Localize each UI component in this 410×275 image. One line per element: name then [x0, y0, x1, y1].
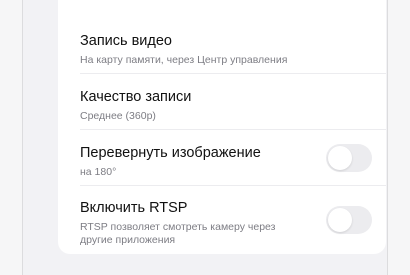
setting-title: Перевернуть изображение: [80, 145, 261, 161]
setting-subtitle: на 180°: [80, 166, 117, 178]
setting-subtitle: На карту памяти, через Центр управления: [80, 54, 288, 66]
settings-card: Запись видео На карту памяти, через Цент…: [58, 0, 386, 254]
flip-image-toggle[interactable]: [326, 144, 372, 172]
setting-enable-rtsp: Включить RTSP RTSP позволяет смотреть ка…: [80, 186, 386, 254]
toggle-knob: [328, 208, 352, 232]
toggle-knob: [328, 146, 352, 170]
setting-subtitle: Среднее (360p): [80, 110, 156, 122]
setting-subtitle-line1: RTSP позволяет смотреть камеру через: [80, 221, 276, 233]
setting-title: Качество записи: [80, 89, 192, 105]
rtsp-toggle[interactable]: [326, 206, 372, 234]
screen-frame: Запись видео На карту памяти, через Цент…: [22, 0, 388, 275]
setting-video-recording[interactable]: Запись видео На карту памяти, через Цент…: [80, 18, 386, 74]
setting-recording-quality[interactable]: Качество записи Среднее (360p): [80, 74, 386, 130]
setting-subtitle-line2: другие приложения: [80, 234, 176, 246]
setting-flip-image: Перевернуть изображение на 180°: [80, 130, 386, 186]
setting-title: Включить RTSP: [80, 200, 188, 216]
setting-title: Запись видео: [80, 33, 172, 49]
